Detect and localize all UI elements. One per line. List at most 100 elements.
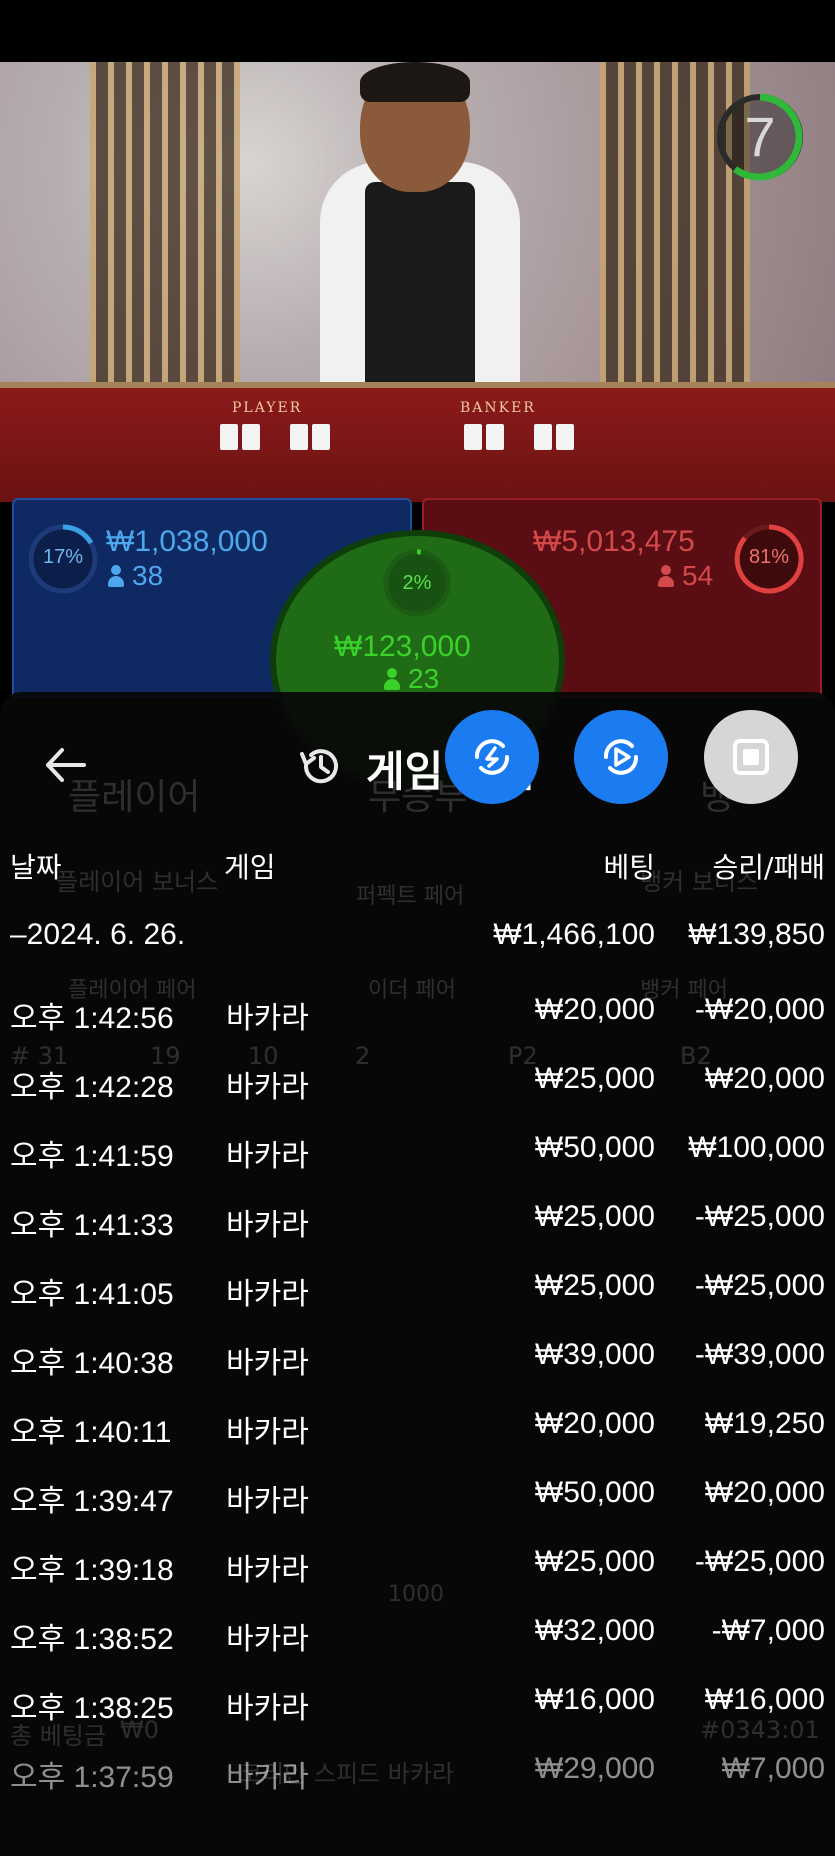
player-percent: 17% (42, 546, 84, 568)
banker-bet-amount: ₩5,013,475 (533, 525, 695, 558)
history-bet: ₩25,000 (534, 1545, 655, 1578)
history-time: 오후 1:41:05 (10, 1278, 174, 1311)
history-row[interactable]: 오후 1:40:38 바카라 ₩39,000 -₩39,000 (0, 1338, 835, 1407)
column-date: 날짜 (10, 851, 62, 884)
history-bet: ₩29,000 (534, 1752, 655, 1785)
ghost-player-bonus: 플레이어 보너스 (56, 868, 219, 896)
history-time: 오후 1:41:59 (10, 1140, 174, 1173)
tie-percent: 2% (402, 572, 432, 594)
wooden-screen-left (90, 62, 240, 392)
stop-button[interactable] (704, 710, 798, 804)
history-bet: ₩32,000 (534, 1614, 655, 1647)
history-bet: ₩50,000 (534, 1131, 655, 1164)
lightning-link-icon (475, 739, 509, 775)
history-winloss: ₩20,000 (704, 1476, 825, 1509)
history-row[interactable]: 오후 1:38:52 바카라 ₩32,000 -₩7,000 (0, 1614, 835, 1683)
history-winloss: -₩25,000 (694, 1269, 825, 1302)
countdown-value: 7 (744, 105, 776, 168)
card (290, 424, 308, 450)
history-row[interactable]: 오후 1:40:11 바카라 ₩20,000 ₩19,250 (0, 1407, 835, 1476)
history-game: 바카라 (226, 1485, 309, 1518)
card (242, 424, 260, 450)
summary-winloss: ₩139,850 (688, 918, 825, 951)
person-icon (384, 668, 400, 690)
history-row[interactable]: 오후 1:37:59 바카라 ₩29,000 ₩7,000 (0, 1752, 835, 1821)
history-row[interactable]: 오후 1:42:56 바카라 ₩20,000 -₩20,000 (0, 993, 835, 1062)
history-time: 오후 1:38:52 (10, 1623, 174, 1656)
history-bet: ₩16,000 (534, 1683, 655, 1716)
banker-percent: 81% (748, 546, 790, 568)
card (220, 424, 238, 450)
history-winloss: -₩25,000 (694, 1200, 825, 1233)
history-row[interactable]: 오후 1:39:18 바카라 ₩25,000 -₩25,000 (0, 1545, 835, 1614)
table-label-player: PLAYER (232, 400, 303, 416)
history-game: 바카라 (226, 1623, 309, 1656)
history-game: 바카라 (226, 1278, 309, 1311)
card (464, 424, 482, 450)
dealer-vest (365, 182, 475, 402)
banker-bettor-count: 54 (658, 560, 713, 592)
play-cycle-icon (604, 739, 638, 775)
history-bet: ₩25,000 (534, 1062, 655, 1095)
autoplay-button[interactable] (574, 710, 668, 804)
history-game: 바카라 (226, 1140, 309, 1173)
history-time: 오후 1:42:56 (10, 1002, 174, 1035)
history-winloss: ₩7,000 (721, 1752, 825, 1785)
history-time: 오후 1:42:28 (10, 1071, 174, 1104)
date-group-row[interactable]: –2024. 6. 26. ₩1,466,100 ₩139,850 (0, 918, 835, 987)
history-winloss: ₩16,000 (704, 1683, 825, 1716)
history-winloss: -₩7,000 (711, 1614, 825, 1647)
dealer-hair (360, 62, 470, 102)
column-game: 게임 (224, 851, 276, 884)
player-bettor-count: 38 (108, 560, 163, 592)
stop-square-icon (733, 739, 769, 775)
history-row[interactable]: 오후 1:42:28 바카라 ₩25,000 ₩20,000 (0, 1062, 835, 1131)
history-game: 바카라 (226, 1416, 309, 1449)
person-icon (658, 565, 674, 587)
history-game: 바카라 (226, 1209, 309, 1242)
history-winloss: ₩19,250 (704, 1407, 825, 1440)
history-winloss: ₩100,000 (688, 1131, 825, 1164)
column-winloss: 승리/패배 (712, 851, 825, 884)
history-game: 바카라 (226, 1071, 309, 1104)
history-time: 오후 1:41:33 (10, 1209, 174, 1242)
history-game: 바카라 (226, 1002, 309, 1035)
history-winloss: -₩20,000 (694, 993, 825, 1026)
player-bet-amount: ₩1,038,000 (106, 525, 268, 558)
history-bet: ₩39,000 (534, 1338, 655, 1371)
history-winloss: ₩20,000 (704, 1062, 825, 1095)
history-time: 오후 1:40:38 (10, 1347, 174, 1380)
history-row[interactable]: 오후 1:41:59 바카라 ₩50,000 ₩100,000 (0, 1131, 835, 1200)
card (556, 424, 574, 450)
history-time: 오후 1:40:11 (10, 1416, 172, 1449)
history-time: 오후 1:38:25 (10, 1692, 174, 1725)
column-bet: 베팅 (603, 851, 655, 884)
history-icon (300, 749, 338, 784)
live-dealer-video: PLAYER BANKER (0, 62, 835, 502)
history-bet: ₩25,000 (534, 1200, 655, 1233)
ghost-perfect-pair: 퍼펙트 페어 (356, 884, 465, 909)
card (486, 424, 504, 450)
history-game: 바카라 (226, 1554, 309, 1587)
history-row[interactable]: 오후 1:41:05 바카라 ₩25,000 -₩25,000 (0, 1269, 835, 1338)
summary-date: –2024. 6. 26. (10, 918, 186, 951)
history-game: 바카라 (226, 1761, 309, 1794)
arrow-left-icon[interactable] (40, 740, 90, 790)
history-bet: ₩20,000 (534, 1407, 655, 1440)
tie-bet-amount: ₩123,000 (334, 630, 471, 663)
lightning-link-button[interactable] (445, 710, 539, 804)
person-icon (108, 565, 124, 587)
history-winloss: -₩39,000 (694, 1338, 825, 1371)
card (312, 424, 330, 450)
history-bet: ₩25,000 (534, 1269, 655, 1302)
history-game: 바카라 (226, 1692, 309, 1725)
history-row[interactable]: 오후 1:41:33 바카라 ₩25,000 -₩25,000 (0, 1200, 835, 1269)
history-row[interactable]: 오후 1:39:47 바카라 ₩50,000 ₩20,000 (0, 1476, 835, 1545)
history-time: 오후 1:39:18 (10, 1554, 174, 1587)
history-row[interactable]: 오후 1:38:25 바카라 ₩16,000 ₩16,000 (0, 1683, 835, 1752)
history-winloss: -₩25,000 (694, 1545, 825, 1578)
status-bar (0, 0, 835, 62)
table-label-banker: BANKER (460, 400, 536, 416)
history-bet: ₩20,000 (534, 993, 655, 1026)
history-game: 바카라 (226, 1347, 309, 1380)
